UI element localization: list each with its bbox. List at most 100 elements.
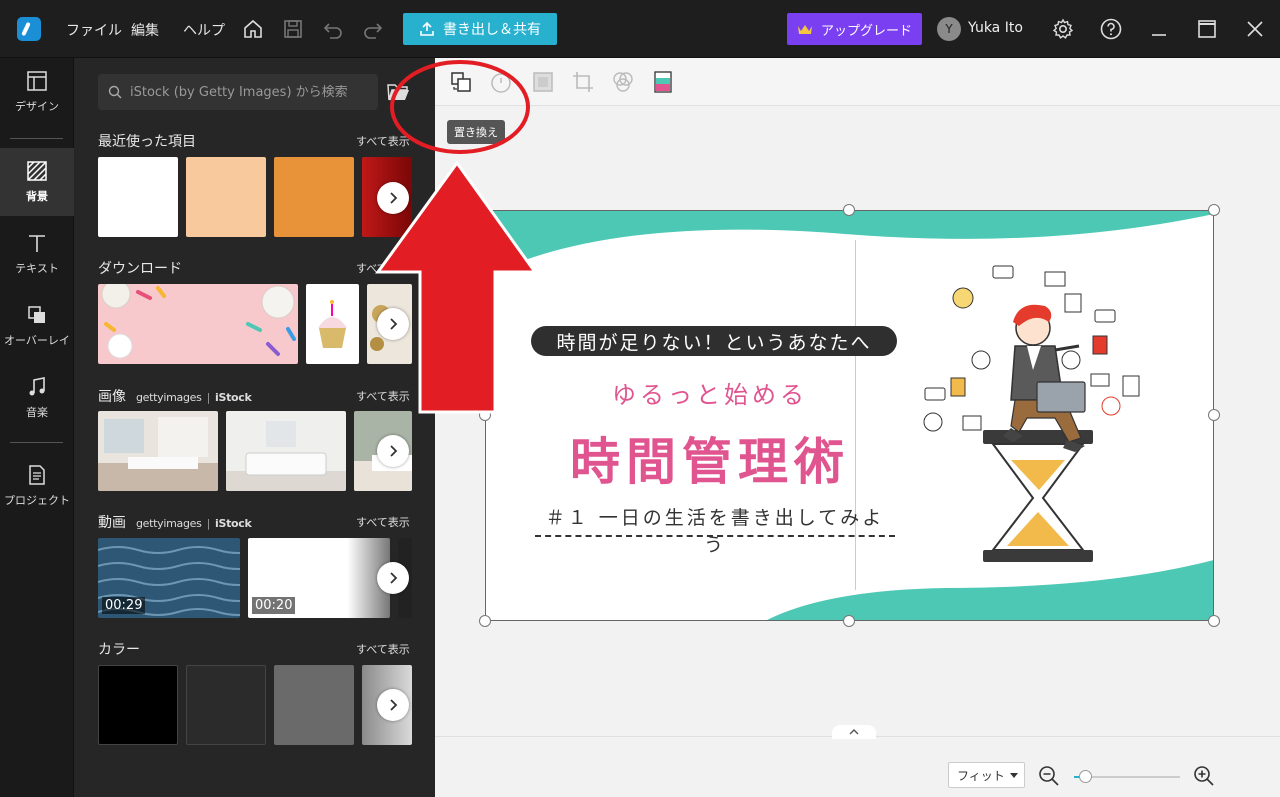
sidebar-item-background[interactable]: 背景 <box>0 148 74 216</box>
replace-tool[interactable]: 置き換え <box>447 70 505 144</box>
upgrade-button[interactable]: アップグレード <box>787 13 922 45</box>
image-thumbnail-living-room[interactable] <box>226 411 346 491</box>
chevron-right-icon <box>390 699 398 711</box>
search-box[interactable] <box>98 74 378 110</box>
search-icon <box>108 85 122 99</box>
resize-handle-top-right[interactable] <box>1208 204 1220 216</box>
resize-handle-bottom-left[interactable] <box>479 615 491 627</box>
download-thumbnail-cupcake[interactable] <box>306 284 359 364</box>
title-bar: ファイル 編集 ヘルプ 書き出し＆共有 アップグレード Y Yuka Ito <box>0 0 1280 58</box>
zoom-in-icon[interactable] <box>1193 765 1215 787</box>
zoom-out-icon[interactable] <box>1038 765 1060 787</box>
canvas-subtitle[interactable]: ゆるっと始める <box>485 375 935 410</box>
filter-icon[interactable] <box>611 70 635 94</box>
text-icon <box>29 235 45 252</box>
section-image-label: 画像 <box>98 389 126 405</box>
sidebar-item-design[interactable]: デザイン <box>0 58 74 126</box>
see-all-image-link[interactable]: すべて表示 <box>356 388 410 404</box>
redo-icon[interactable] <box>362 18 384 40</box>
color-swatch-gray[interactable] <box>274 665 354 745</box>
image-thumbnail-bathroom[interactable] <box>98 411 218 491</box>
resize-handle-top-left[interactable] <box>479 204 491 216</box>
recent-swatch[interactable] <box>186 157 266 237</box>
sidebar-item-music[interactable]: 音楽 <box>0 364 74 432</box>
chevron-right-icon <box>390 445 398 457</box>
hourglass-person-illustration <box>923 265 1140 562</box>
divider <box>10 138 63 139</box>
video-thumbnail-white[interactable]: 00:20 <box>248 538 390 618</box>
search-input[interactable] <box>130 84 370 100</box>
resize-handle-right[interactable] <box>1208 409 1220 421</box>
canvas-banner-text[interactable]: 時間が足りない！というあなたへ <box>531 326 897 356</box>
username[interactable]: Yuka Ito <box>968 20 1023 36</box>
zoom-mode-value: フィット <box>957 768 1005 783</box>
download-next-button[interactable] <box>377 308 409 340</box>
menu-help[interactable]: ヘルプ <box>183 20 225 40</box>
color-adjust-icon[interactable] <box>651 70 675 94</box>
recent-next-button[interactable] <box>377 182 409 214</box>
color-swatch-dark-gray[interactable] <box>186 665 266 745</box>
resize-handle-bottom-right[interactable] <box>1208 615 1220 627</box>
video-thumbnail-water[interactable]: 00:29 <box>98 538 240 618</box>
menu-edit[interactable]: 編集 <box>131 20 159 40</box>
avatar[interactable]: Y <box>937 17 961 41</box>
color-next-button[interactable] <box>377 689 409 721</box>
image-next-button[interactable] <box>377 435 409 467</box>
recent-swatch[interactable] <box>274 157 354 237</box>
canvas-title[interactable]: 時間管理術 <box>485 422 935 494</box>
background-pattern-icon <box>27 161 47 181</box>
chevron-right-icon <box>390 192 398 204</box>
home-icon[interactable] <box>242 18 264 40</box>
export-share-button[interactable]: 書き出し＆共有 <box>403 13 557 45</box>
color-swatch-black[interactable] <box>98 665 178 745</box>
menu-file[interactable]: ファイル <box>66 20 122 40</box>
undo-icon[interactable] <box>322 18 344 40</box>
timer-icon[interactable] <box>489 70 513 94</box>
canvas-caption[interactable]: ＃１ 一日の生活を書き出してみよう <box>535 503 895 557</box>
expand-timeline-button[interactable] <box>832 725 876 739</box>
see-all-download-link[interactable]: すべて表示 <box>356 260 410 276</box>
sidebar-item-label: デザイン <box>15 100 59 113</box>
mask-icon[interactable] <box>531 70 555 94</box>
download-thumbnail-party[interactable] <box>98 284 298 364</box>
section-image-title: 画像 gettyimages | iStock <box>98 386 252 406</box>
sidebar-item-label: オーバーレイ <box>4 334 70 347</box>
save-icon[interactable] <box>282 18 304 40</box>
resize-handle-bottom[interactable] <box>843 615 855 627</box>
sidebar-item-overlay[interactable]: オーバーレイ <box>0 292 74 360</box>
crown-icon <box>797 25 812 34</box>
recent-swatch[interactable] <box>98 157 178 237</box>
section-color-title: カラー <box>98 642 140 658</box>
folder-open-icon[interactable] <box>387 82 409 102</box>
sidebar-item-label: プロジェクト <box>4 494 70 507</box>
help-icon[interactable] <box>1100 18 1122 40</box>
maximize-icon[interactable] <box>1196 18 1218 40</box>
export-share-label: 書き出し＆共有 <box>443 22 541 38</box>
see-all-video-link[interactable]: すべて表示 <box>356 514 410 530</box>
zoom-slider-knob[interactable] <box>1079 770 1092 783</box>
video-duration: 00:29 <box>102 597 146 614</box>
minimize-icon[interactable] <box>1148 18 1170 40</box>
design-canvas[interactable]: 時間が足りない！というあなたへ ゆるっと始める 時間管理術 ＃１ 一日の生活を書… <box>485 210 1214 621</box>
sidebar-item-text[interactable]: テキスト <box>0 220 74 288</box>
resize-handle-left[interactable] <box>479 409 491 421</box>
zoom-mode-select[interactable]: フィット <box>948 762 1025 788</box>
sidebar-item-label: テキスト <box>15 262 59 275</box>
zoom-slider[interactable] <box>1074 770 1180 783</box>
sidebar-item-label: 音楽 <box>26 406 48 419</box>
see-all-color-link[interactable]: すべて表示 <box>356 641 410 657</box>
istock-logo: iStock <box>215 517 252 530</box>
istock-logo: iStock <box>215 391 252 404</box>
section-video-title: 動画 gettyimages | iStock <box>98 512 252 532</box>
library-panel: 最近使った項目 すべて表示 ダウンロード すべて表示 画像 gettyimages… <box>74 58 435 797</box>
overlay-icon <box>28 306 45 323</box>
edit-toolbar: 置き換え <box>435 58 1280 144</box>
sidebar-item-project[interactable]: プロジェクト <box>0 452 74 520</box>
brand-separator: | <box>206 391 211 404</box>
crop-icon[interactable] <box>571 70 595 94</box>
see-all-recent-link[interactable]: すべて表示 <box>356 133 410 149</box>
resize-handle-top[interactable] <box>843 204 855 216</box>
gear-icon[interactable] <box>1052 18 1074 40</box>
video-next-button[interactable] <box>377 562 409 594</box>
close-icon[interactable] <box>1244 18 1266 40</box>
